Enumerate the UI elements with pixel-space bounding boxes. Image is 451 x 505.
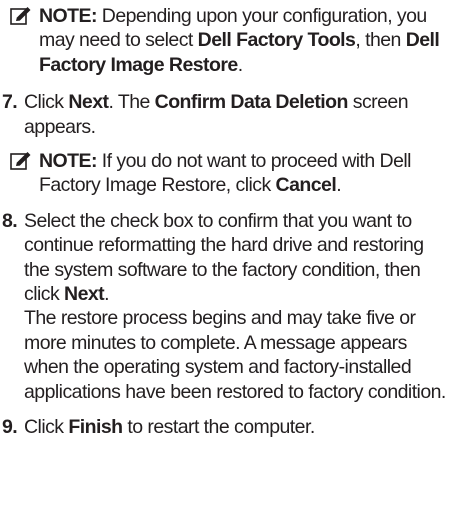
note-factory-tools: NOTE: Depending upon your configuration,… (2, 4, 451, 77)
finish-term: Finish (68, 416, 123, 439)
note-text: , then (355, 29, 406, 52)
step-text: Click (24, 416, 69, 439)
step-text: . The (108, 91, 155, 114)
step-number: 8. (2, 209, 18, 232)
step-7: 7. Click Next. The Confirm Data Deletion … (2, 90, 451, 139)
note-label: NOTE: (39, 5, 97, 27)
note-label: NOTE: (39, 150, 97, 173)
restore-process-text: The restore process begins and may take … (24, 307, 446, 403)
next-term: Next (64, 283, 105, 306)
manual-page: NOTE: Depending upon your configuration,… (0, 0, 451, 505)
note-text: . (237, 53, 243, 76)
note-pencil-icon (10, 7, 31, 25)
step-text: Click (24, 91, 69, 114)
step-text: . (104, 283, 109, 306)
confirm-data-deletion-term: Confirm Data Deletion (154, 91, 349, 114)
note-cancel: NOTE: If you do not want to proceed with… (2, 149, 451, 198)
note-text: . (336, 174, 342, 197)
step-8: 8. Select the check box to confirm that y… (2, 209, 451, 404)
dell-factory-tools-term: Dell Factory Tools (197, 29, 356, 52)
step-9: 9. Click Finish to restart the computer. (2, 415, 451, 439)
note-pencil-icon (10, 152, 31, 170)
step-text: to restart the computer. (122, 416, 315, 439)
next-term: Next (68, 91, 109, 114)
cancel-term: Cancel (275, 174, 337, 197)
step-number: 7. (2, 91, 18, 114)
step-number: 9. (2, 416, 18, 439)
